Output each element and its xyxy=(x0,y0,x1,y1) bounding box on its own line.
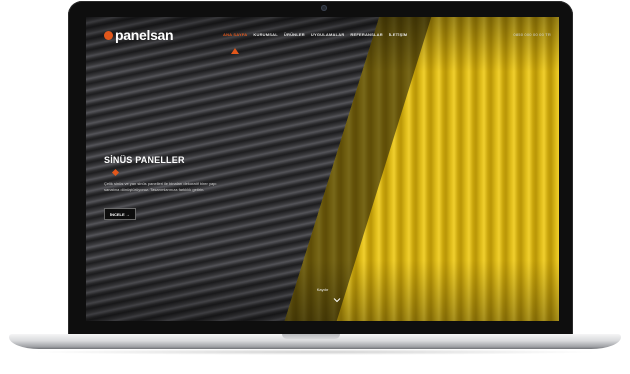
hero-title: SİNÜS PANELLER xyxy=(104,155,185,165)
header-contact[interactable]: 0850 000 00 00 TR xyxy=(513,32,551,37)
nav-item-home[interactable]: ANA SAYFA xyxy=(223,32,247,37)
laptop-opening-notch xyxy=(282,334,340,339)
site-logo[interactable]: panelsan xyxy=(104,27,174,43)
nav-item-products[interactable]: ÜRÜNLER xyxy=(284,32,305,37)
chevron-down-icon[interactable] xyxy=(333,296,341,304)
hero-cta-button[interactable]: İNCELE → xyxy=(104,208,136,220)
logo-text: panelsan xyxy=(115,27,174,43)
scroll-label[interactable]: Kaydır xyxy=(86,287,559,292)
nav-item-contact[interactable]: İLETİŞİM xyxy=(389,32,408,37)
laptop-shadow xyxy=(30,349,600,355)
website-viewport: panelsan ANA SAYFA KURUMSAL ÜRÜNLER UYGU… xyxy=(86,17,559,321)
nav-item-corporate[interactable]: KURUMSAL xyxy=(253,32,278,37)
hero-description: Çelik sinüs ve yan sinüs panelleri ile b… xyxy=(104,181,217,192)
active-nav-marker xyxy=(231,48,239,54)
nav-item-references[interactable]: REFERANSLAR xyxy=(350,32,382,37)
webcam xyxy=(321,5,327,11)
nav-item-applications[interactable]: UYGULAMALAR xyxy=(311,32,345,37)
logo-mark-icon xyxy=(104,30,113,40)
main-nav: ANA SAYFA KURUMSAL ÜRÜNLER UYGULAMALAR R… xyxy=(223,32,407,37)
hero-vignette xyxy=(86,17,559,321)
